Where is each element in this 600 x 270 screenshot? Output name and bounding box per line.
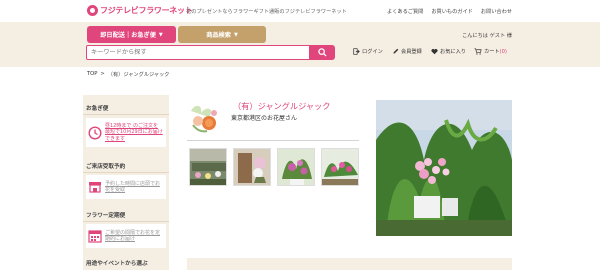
search-input[interactable] bbox=[86, 45, 310, 60]
greeting-text: こんにちは ゲスト 様 bbox=[462, 33, 512, 39]
sidebar-rush-card[interactable]: 昼12時まで のご注文を 最短で10月29日にお届けできます bbox=[86, 118, 166, 147]
tab-fast-delivery[interactable]: 即日配送｜お急ぎ便 ▼ bbox=[87, 26, 176, 43]
sidebar-rush-text: 昼12時まで のご注文を 最短で10月29日にお届けできます bbox=[105, 122, 163, 142]
calendar-icon bbox=[88, 230, 102, 243]
chevron-down-icon: ▼ bbox=[233, 31, 238, 38]
sidebar-subscription-text: ご希望の間隔でお花を定期的にお届け bbox=[105, 229, 161, 243]
breadcrumb-current: （有）ジャングルジャック bbox=[107, 72, 170, 78]
login-label: ログイン bbox=[362, 49, 383, 55]
top-links: よくあるご質問 お買いものガイド お問い合わせ bbox=[387, 8, 512, 15]
search-icon bbox=[318, 48, 327, 57]
login-icon bbox=[353, 48, 360, 55]
login-link[interactable]: ログイン bbox=[353, 48, 383, 55]
sidebar-occasion-heading: 用途やイベントから選ぶ bbox=[86, 261, 148, 267]
sidebar: お急ぎ便 昼12時まで のご注文を 最短で10月29日にお届けできます ご来店受… bbox=[83, 95, 169, 270]
sidebar-subscription-card[interactable]: ご希望の間隔でお花を定期的にお届け bbox=[86, 224, 166, 248]
gallery-thumb[interactable] bbox=[277, 148, 315, 186]
logo-text: フジテレビフラワーネット bbox=[100, 6, 193, 15]
gallery-thumb[interactable] bbox=[189, 148, 227, 186]
breadcrumb-separator: > bbox=[100, 71, 105, 77]
sidebar-divider bbox=[83, 221, 169, 222]
heart-icon bbox=[431, 48, 438, 55]
site-tagline: 花のプレゼントならフラワーギフト通販のフジテレビフラワーネット bbox=[186, 9, 347, 15]
cart-link[interactable]: カート (0) bbox=[474, 48, 507, 55]
sidebar-divider bbox=[83, 114, 169, 115]
tab-product-search-label: 商品検索 bbox=[206, 32, 231, 39]
shop-hero-image bbox=[376, 100, 512, 236]
sidebar-rush-heading: お急ぎ便 bbox=[86, 106, 109, 112]
favorites-label: お気に入り bbox=[440, 49, 466, 55]
search-button[interactable] bbox=[310, 45, 335, 60]
register-link[interactable]: 会員登録 bbox=[392, 48, 422, 55]
register-label: 会員登録 bbox=[401, 49, 422, 55]
shopping-guide-link[interactable]: お買いものガイド bbox=[431, 8, 473, 15]
top-header: フジテレビフラワーネット 花のプレゼントならフラワーギフト通販のフジテレビフラワ… bbox=[0, 0, 600, 22]
cart-icon bbox=[474, 48, 482, 55]
sidebar-pickup-card[interactable]: 予約した時間に店頭でお花を受取 bbox=[86, 175, 166, 199]
sidebar-pickup-text: 予約した時間に店頭でお花を受取 bbox=[105, 180, 161, 194]
faq-link[interactable]: よくあるご質問 bbox=[387, 8, 423, 15]
section-divider bbox=[187, 140, 359, 141]
shop-thumbnail bbox=[187, 99, 222, 134]
content-band bbox=[187, 258, 512, 270]
shop-icon bbox=[89, 182, 101, 193]
shop-gallery bbox=[189, 148, 359, 186]
sidebar-subscription-heading: フラワー定期便 bbox=[86, 213, 126, 219]
contact-link[interactable]: お問い合わせ bbox=[481, 8, 512, 15]
tab-fast-delivery-label: 即日配送｜お急ぎ便 bbox=[100, 32, 156, 39]
gallery-thumb[interactable] bbox=[233, 148, 271, 186]
cart-count: (0) bbox=[499, 48, 507, 55]
cart-label: カート bbox=[484, 49, 500, 55]
sidebar-pickup-heading: ご来店受取予約 bbox=[86, 164, 126, 170]
breadcrumb: TOP > （有）ジャングルジャック bbox=[87, 71, 169, 78]
favorites-link[interactable]: お気に入り bbox=[431, 48, 466, 55]
shop-name: （有）ジャングルジャック bbox=[233, 101, 331, 111]
breadcrumb-home[interactable]: TOP bbox=[87, 71, 97, 78]
chevron-down-icon: ▼ bbox=[158, 31, 163, 38]
sidebar-divider bbox=[83, 172, 169, 173]
gallery-thumb[interactable] bbox=[321, 148, 359, 186]
shop-location: 東京都港区のお花屋さん bbox=[231, 115, 298, 122]
flower-logo-icon bbox=[87, 5, 98, 16]
pencil-icon bbox=[393, 48, 399, 54]
tab-product-search[interactable]: 商品検索 ▼ bbox=[178, 26, 266, 43]
site-logo[interactable]: フジテレビフラワーネット bbox=[87, 5, 193, 16]
clock-icon bbox=[88, 125, 102, 140]
